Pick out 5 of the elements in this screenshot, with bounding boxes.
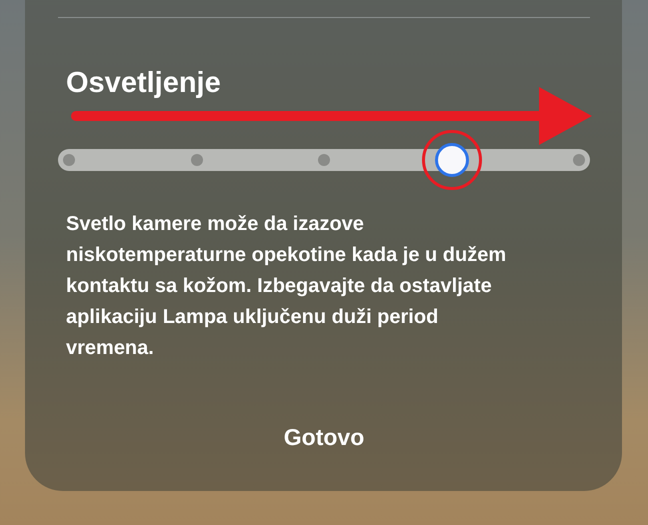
warning-text: Svetlo kamere može da izazove niskotemperaturne opekotine kada je u dužem kontaktu sa kožom. Izbegavajte da ostavljate aplikaciju Lampa uključenu duži period vremena.: [66, 212, 508, 361]
section-title: Osvetljenje: [66, 66, 222, 100]
brightness-slider[interactable]: [58, 143, 590, 177]
slider-thumb[interactable]: [434, 143, 468, 177]
done-button[interactable]: Gotovo: [278, 422, 370, 453]
